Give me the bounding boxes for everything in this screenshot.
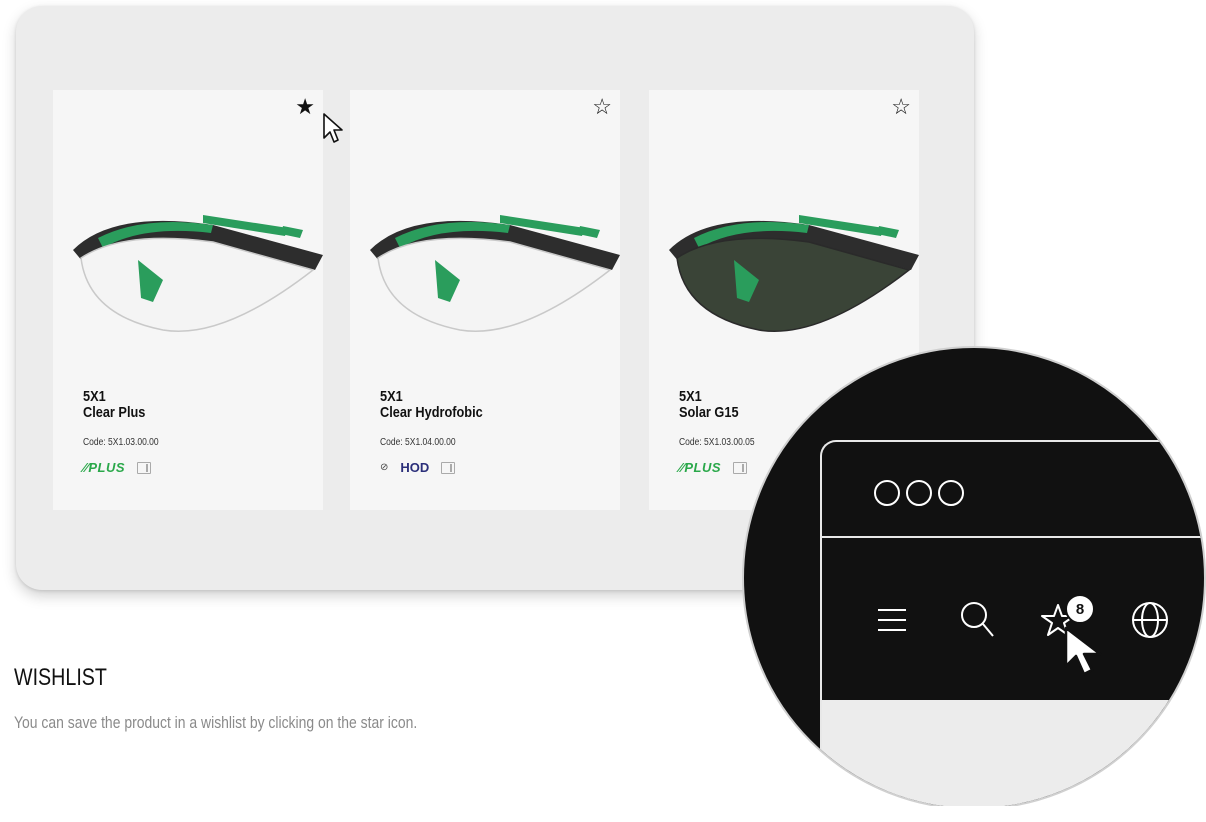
product-model: 5X1 xyxy=(83,388,106,405)
window-dot-icon xyxy=(906,480,932,506)
zoom-circle: 8 xyxy=(742,346,1206,806)
plus-badge: ⁄⁄PLUS xyxy=(83,460,126,475)
product-image xyxy=(669,215,919,332)
product-card-clear-hydrofobic[interactable]: ☆ 5X1 Clear Hydrofobic Code: 5X1.04.00.0… xyxy=(350,90,620,510)
cursor-pointer-icon xyxy=(323,113,343,143)
product-model: 5X1 xyxy=(679,388,702,405)
product-model: 5X1 xyxy=(380,388,403,405)
star-filled-icon[interactable]: ★ xyxy=(295,96,315,118)
product-name[interactable]: Clear Plus xyxy=(83,404,145,422)
product-badges: ⊘ HOD xyxy=(380,460,456,475)
section-description: You can save the product in a wishlist b… xyxy=(14,713,418,732)
standard-icon xyxy=(137,461,152,474)
product-card-clear-plus[interactable]: ★ 5X1 Clear Plus Code: 5X1.03.00.00 ⁄⁄PL… xyxy=(53,90,323,510)
browser-divider xyxy=(820,536,1204,538)
product-code: Code: 5X1.03.00.00 xyxy=(83,437,159,448)
product-image xyxy=(73,215,323,332)
plus-badge: ⁄⁄PLUS xyxy=(679,460,722,475)
standard-icon xyxy=(441,461,456,474)
hydro-icon: ⊘ xyxy=(380,462,389,473)
product-name[interactable]: Clear Hydrofobic xyxy=(380,404,483,422)
section-heading: WISHLIST xyxy=(14,664,107,691)
search-icon[interactable] xyxy=(959,600,995,640)
menu-icon[interactable] xyxy=(876,606,908,634)
product-badges: ⁄⁄PLUS xyxy=(679,460,748,475)
window-dot-icon xyxy=(938,480,964,506)
star-outline-icon[interactable]: ☆ xyxy=(891,96,911,118)
product-badges: ⁄⁄PLUS xyxy=(83,460,152,475)
product-name[interactable]: Solar G15 xyxy=(679,404,739,422)
browser-content-area xyxy=(822,700,1204,806)
window-controls xyxy=(874,480,964,506)
wishlist-count-badge: 8 xyxy=(1065,594,1095,624)
zoom-magnifier: 8 xyxy=(742,346,1206,806)
hod-badge: HOD xyxy=(400,460,430,475)
window-dot-icon xyxy=(874,480,900,506)
globe-icon[interactable] xyxy=(1130,600,1170,640)
cursor-pointer-icon xyxy=(1064,626,1102,676)
glasses-illustration xyxy=(73,215,323,332)
star-outline-icon[interactable]: ☆ xyxy=(592,96,612,118)
product-image xyxy=(370,215,620,332)
product-code: Code: 5X1.04.00.00 xyxy=(380,437,456,448)
glasses-illustration xyxy=(370,215,620,332)
glasses-illustration xyxy=(669,215,919,332)
